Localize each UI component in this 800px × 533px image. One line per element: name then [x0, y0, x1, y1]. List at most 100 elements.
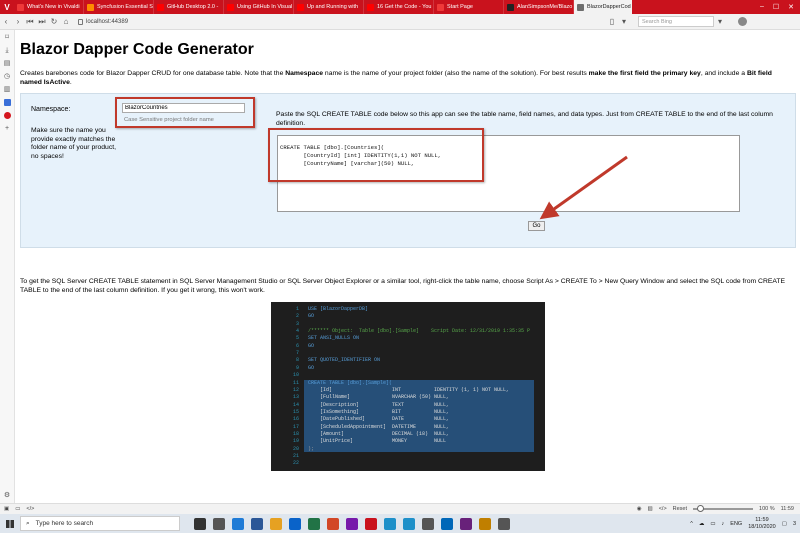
namespace-note: Make sure the name you provide exactly m… [31, 127, 117, 161]
maximize-icon[interactable]: ☐ [773, 3, 779, 11]
reset-zoom-button[interactable]: Reset [673, 506, 687, 512]
windows-logo-icon [6, 519, 14, 528]
add-panel-icon[interactable]: + [4, 125, 11, 132]
volume-icon[interactable]: ♪ [722, 521, 725, 527]
settings-gear-icon[interactable]: ⚙ [4, 492, 11, 499]
rewind-icon[interactable]: ⏮ [24, 17, 36, 27]
tab-bar: V What's New in Vivaldi Syncfusion Essent… [0, 0, 800, 14]
notifications-icon[interactable]: ▢ [782, 521, 787, 527]
taskbar-clock[interactable]: 11:59 18/10/2020 [748, 517, 776, 530]
profile-avatar-icon[interactable] [738, 17, 747, 26]
status-clock: 11:59 [780, 506, 794, 512]
tab-label: Up and Running with [307, 4, 359, 10]
camera-icon[interactable]: ◉ [637, 506, 642, 512]
fast-forward-icon[interactable]: ⏭ [36, 17, 48, 27]
start-button[interactable] [0, 519, 20, 528]
taskbar-app-icon[interactable] [403, 517, 415, 530]
taskbar-app-icon[interactable] [213, 517, 225, 530]
reading-list-icon[interactable]: ▥ [4, 86, 11, 93]
search-icon: ⌕ [26, 519, 30, 527]
back-icon[interactable]: ‹ [0, 17, 12, 26]
tile-icon[interactable]: ▭ [15, 506, 20, 512]
browser-tab[interactable]: Up and Running with [294, 0, 364, 14]
downloads-icon[interactable]: ⤓ [4, 47, 11, 54]
taskbar-app-icon[interactable] [251, 517, 263, 530]
browser-tab[interactable]: Start Page [434, 0, 504, 14]
zoom-level: 100 % [759, 506, 775, 512]
page-title: Blazor Dapper Code Generator [20, 41, 254, 58]
reload-icon[interactable]: ↻ [48, 17, 60, 26]
vivaldi-menu-icon[interactable]: V [0, 0, 14, 14]
tab-label: AlanSimpsonMe/Blazo [517, 4, 573, 10]
status-bar: ▣ ▭ </> ◉ ▨ </> Reset 100 % 11:59 [0, 503, 800, 514]
taskbar-app-icon[interactable] [460, 517, 472, 530]
tab-favicon-icon [437, 3, 444, 11]
browser-tab[interactable]: 16 Get the Code - You [364, 0, 434, 14]
tab-favicon-icon [17, 3, 24, 11]
taskbar-app-icon[interactable] [422, 517, 434, 530]
mail-icon[interactable] [3, 99, 11, 106]
address-bar[interactable]: localhost:44389 [78, 16, 606, 28]
search-input[interactable]: Search Bing [638, 16, 714, 27]
tab-favicon-icon [87, 3, 94, 11]
search-dropdown-icon[interactable]: ▾ [714, 17, 726, 26]
tab-favicon-icon [367, 3, 374, 11]
taskbar-app-icon[interactable] [365, 517, 377, 530]
dropdown-icon[interactable]: ▾ [618, 17, 630, 26]
notification-count: 3 [792, 520, 796, 527]
taskbar-app-icon[interactable] [441, 517, 453, 530]
taskbar-app-icon[interactable] [327, 517, 339, 530]
minimize-icon[interactable]: – [760, 3, 764, 11]
tab-favicon-icon [507, 3, 514, 11]
side-panel: ⌑ ⤓ ▤ ◷ ▥ + ⚙ [0, 30, 15, 503]
taskbar-app-icon[interactable] [346, 517, 358, 530]
bookmark-icon[interactable]: ▯ [606, 17, 618, 26]
intro-text: Creates barebones code for Blazor Dapper… [20, 70, 772, 86]
forward-icon[interactable]: › [12, 17, 24, 26]
taskbar-app-icon[interactable] [384, 517, 396, 530]
notes-icon[interactable]: ▤ [4, 60, 11, 67]
vivaldi-panel-icon[interactable] [3, 112, 11, 119]
browser-tab[interactable]: AlanSimpsonMe/Blazo [504, 0, 574, 14]
bookmarks-icon[interactable]: ⌑ [4, 34, 11, 41]
taskbar-app-icon[interactable] [194, 517, 206, 530]
home-icon[interactable]: ⌂ [60, 17, 72, 26]
browser-tab[interactable]: Using GitHub In Visual [224, 0, 294, 14]
taskbar-search[interactable]: ⌕ Type here to search [20, 516, 180, 531]
language-indicator[interactable]: ENG [730, 521, 742, 527]
tab-label: Start Page [447, 4, 473, 10]
taskbar-app-icon[interactable] [308, 517, 320, 530]
taskbar-app-icon[interactable] [270, 517, 282, 530]
image-icon[interactable]: ▨ [648, 506, 653, 512]
history-icon[interactable]: ◷ [4, 73, 11, 80]
go-button[interactable]: Go [528, 221, 545, 231]
code-line: 22 [271, 460, 545, 468]
browser-tab[interactable]: Syncfusion Essential St [84, 0, 154, 14]
generator-form: Namespace: Make sure the name you provid… [20, 93, 796, 248]
close-icon[interactable]: ✕ [788, 3, 794, 11]
zoom-slider[interactable] [693, 505, 754, 512]
browser-tab[interactable]: What's New in Vivaldi [14, 0, 84, 14]
tab-favicon-icon [577, 3, 584, 11]
browser-tab[interactable]: GitHub Desktop 2.0 - [154, 0, 224, 14]
browser-tab[interactable]: BlazorDapperCodeGen [574, 0, 632, 14]
taskbar-app-icon[interactable] [289, 517, 301, 530]
cloud-icon[interactable]: ☁ [699, 521, 705, 527]
system-tray: ^ ☁ ▭ ♪ ENG 11:59 18/10/2020 ▢ 3 [690, 517, 800, 530]
sql-instructions: Paste the SQL CREATE TABLE code below so… [276, 111, 773, 127]
tab-label: BlazorDapperCodeGen [587, 4, 631, 10]
namespace-label: Namespace: [31, 106, 71, 113]
taskbar-app-icon[interactable] [232, 517, 244, 530]
tab-label: 16 Get the Code - You [377, 4, 432, 10]
tab-favicon-icon [157, 3, 164, 11]
taskbar-app-icon[interactable] [498, 517, 510, 530]
code-icon[interactable]: </> [26, 506, 34, 512]
tab-label: Syncfusion Essential St [97, 4, 154, 10]
line-number: 22 [292, 460, 299, 467]
code-view-icon[interactable]: </> [659, 506, 667, 512]
tray-expand-icon[interactable]: ^ [690, 521, 693, 527]
taskbar-app-icon[interactable] [479, 517, 491, 530]
address-toolbar: ‹ › ⏮ ⏭ ↻ ⌂ localhost:44389 ▯ ▾ Search B… [0, 14, 800, 30]
network-icon[interactable]: ▭ [710, 521, 715, 527]
panel-toggle-icon[interactable]: ▣ [4, 506, 9, 512]
